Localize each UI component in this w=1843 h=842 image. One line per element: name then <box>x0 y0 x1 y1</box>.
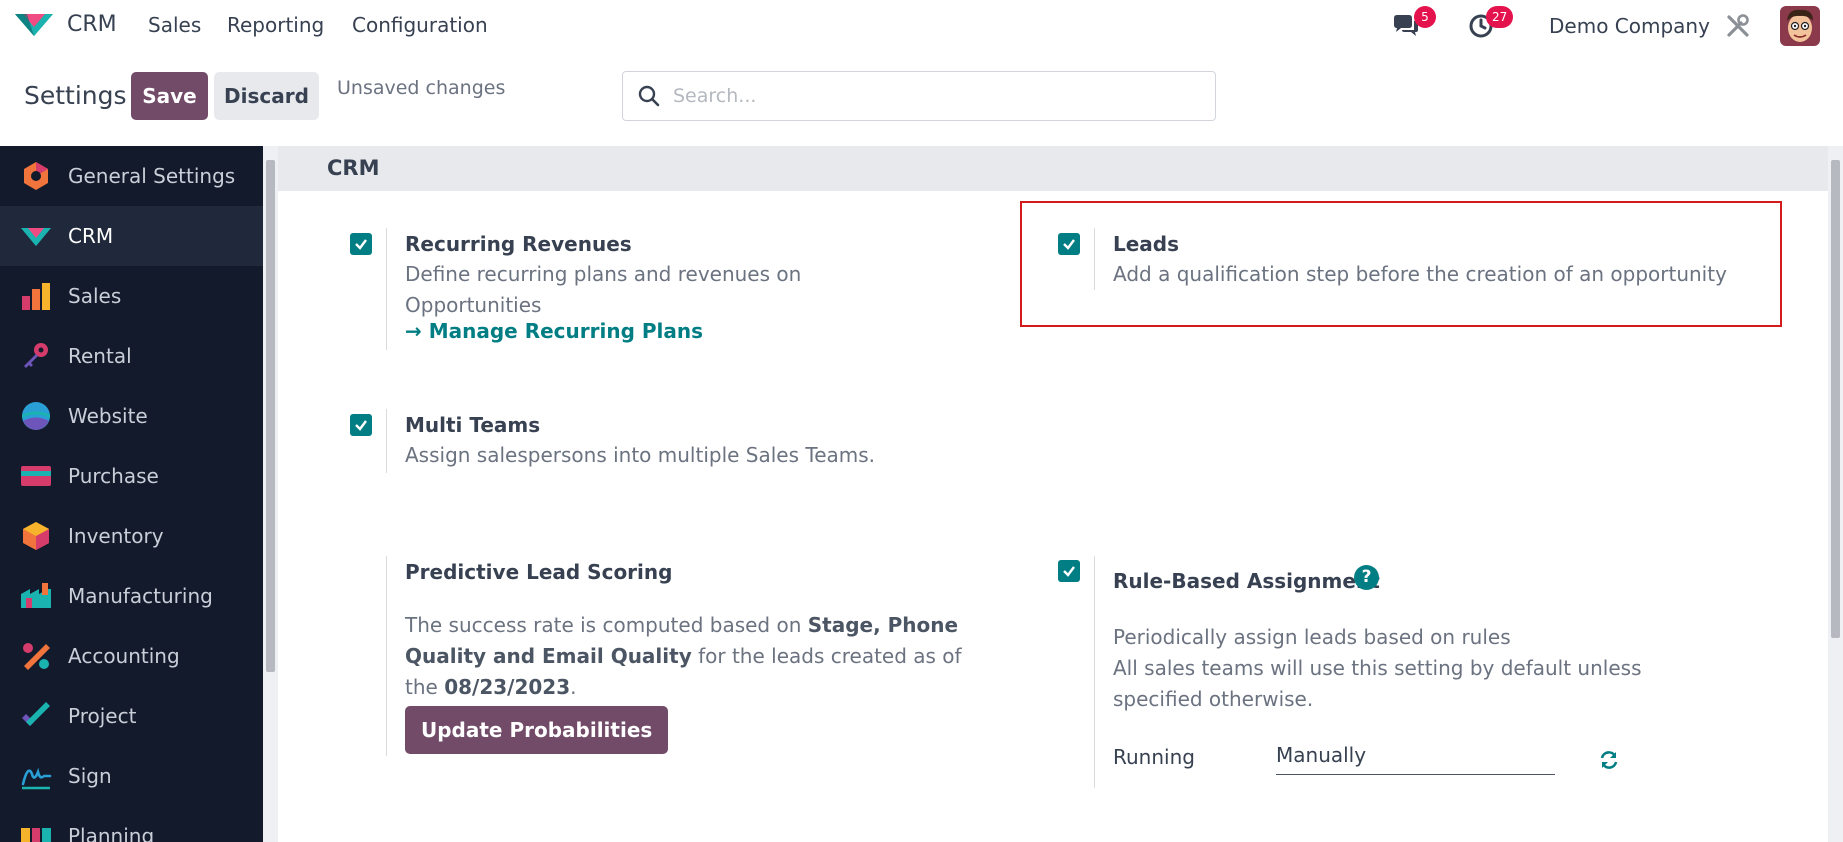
rule-based-assignment-checkbox[interactable] <box>1058 560 1080 582</box>
section-title: CRM <box>327 156 380 180</box>
settings-content: CRM Recurring Revenues Define recurring … <box>263 146 1843 842</box>
rule-based-description-1: Periodically assign leads based on rules <box>1113 625 1511 649</box>
section-header: CRM <box>278 146 1828 191</box>
manage-recurring-plans-label: Manage Recurring Plans <box>428 319 704 343</box>
sidebar-item-accounting[interactable]: Accounting <box>0 626 263 686</box>
running-label: Running <box>1113 745 1195 769</box>
sidebar-item-manufacturing[interactable]: Manufacturing <box>0 566 263 626</box>
planning-icon <box>21 828 51 842</box>
inventory-icon <box>23 522 49 550</box>
checkmark-icon <box>355 239 367 250</box>
crm-logo-icon[interactable] <box>13 10 55 40</box>
sidebar-item-purchase[interactable]: Purchase <box>0 446 263 506</box>
leads-checkbox[interactable] <box>1058 233 1080 255</box>
settings-panel: CRM Recurring Revenues Define recurring … <box>278 146 1828 842</box>
setting-divider <box>386 556 387 756</box>
sidebar-item-label: Rental <box>68 344 132 368</box>
setting-divider <box>386 409 387 473</box>
manage-recurring-plans-link[interactable]: → Manage Recurring Plans <box>405 319 703 343</box>
leads-description: Add a qualification step before the crea… <box>1113 262 1727 286</box>
rule-based-description-2: All sales teams will use this setting by… <box>1113 656 1642 711</box>
debug-tools-icon[interactable] <box>1725 13 1751 39</box>
sales-icon <box>22 283 50 310</box>
setting-divider <box>386 228 387 350</box>
accounting-icon <box>23 643 50 670</box>
sidebar-item-planning[interactable]: Planning <box>0 806 263 842</box>
sidebar-item-label: Planning <box>68 824 155 842</box>
rental-icon <box>24 343 48 368</box>
running-select[interactable]: Manually <box>1276 743 1555 775</box>
user-avatar-image <box>1780 6 1820 46</box>
help-icon[interactable]: ? <box>1354 565 1379 590</box>
multi-teams-title: Multi Teams <box>405 413 541 437</box>
checkmark-icon <box>355 420 367 431</box>
sidebar-item-general-settings[interactable]: General Settings <box>0 146 263 206</box>
sidebar-item-website[interactable]: Website <box>0 386 263 446</box>
unsaved-changes-status: Unsaved changes <box>337 77 506 99</box>
sidebar-item-label: Accounting <box>68 644 180 668</box>
purchase-icon <box>21 466 51 486</box>
sidebar-item-project[interactable]: Project <box>0 686 263 746</box>
content-scrollbar[interactable] <box>1828 146 1843 842</box>
messages-badge: 5 <box>1414 6 1436 28</box>
menu-configuration[interactable]: Configuration <box>352 13 488 37</box>
menu-sales[interactable]: Sales <box>148 13 201 37</box>
user-avatar[interactable] <box>1780 6 1820 46</box>
sidebar-item-sign[interactable]: Sign <box>0 746 263 806</box>
save-button[interactable]: Save <box>131 72 208 120</box>
discard-button[interactable]: Discard <box>214 72 319 120</box>
search-icon <box>638 85 660 107</box>
website-icon <box>22 402 50 430</box>
rule-based-assignment-title: Rule-Based Assignment <box>1113 569 1380 593</box>
sidebar-item-label: Sales <box>68 284 122 308</box>
sidebar-item-rental[interactable]: Rental <box>0 326 263 386</box>
sidebar-item-label: Inventory <box>68 524 164 548</box>
company-switcher[interactable]: Demo Company <box>1549 14 1710 38</box>
search-box[interactable] <box>622 71 1216 121</box>
setting-divider <box>1094 228 1095 290</box>
sidebar-scrollbar[interactable] <box>263 146 278 842</box>
scrollbar-thumb[interactable] <box>1831 160 1840 638</box>
predictive-lead-scoring-title: Predictive Lead Scoring <box>405 560 673 584</box>
predictive-lead-scoring-description: The success rate is computed based on St… <box>405 613 962 699</box>
checkmark-icon <box>1063 239 1075 250</box>
top-navbar: CRM Sales Reporting Configuration 5 27 D… <box>0 0 1843 52</box>
sidebar-item-crm[interactable]: CRM <box>0 206 263 266</box>
sidebar-item-sales[interactable]: Sales <box>0 266 263 326</box>
checkmark-icon <box>1063 566 1075 577</box>
sidebar-item-label: Purchase <box>68 464 159 488</box>
multi-teams-description: Assign salespersons into multiple Sales … <box>405 443 876 467</box>
general-settings-icon <box>24 162 48 190</box>
sign-icon <box>21 767 52 790</box>
sidebar-item-label: CRM <box>68 224 114 248</box>
activities-badge: 27 <box>1486 6 1514 28</box>
recurring-revenues-description: Define recurring plans and revenues on O… <box>405 262 802 317</box>
sidebar-item-label: Manufacturing <box>68 584 213 608</box>
project-icon <box>22 702 50 726</box>
recurring-revenues-checkbox[interactable] <box>350 233 372 255</box>
app-name[interactable]: CRM <box>67 12 117 37</box>
search-input[interactable] <box>673 80 1193 112</box>
sidebar-item-label: Project <box>68 704 137 728</box>
multi-teams-checkbox[interactable] <box>350 414 372 436</box>
manufacturing-icon <box>21 583 51 608</box>
leads-title: Leads <box>1113 232 1180 256</box>
menu-reporting[interactable]: Reporting <box>227 13 324 37</box>
sidebar-item-label: Sign <box>68 764 112 788</box>
arrow-right-icon: → <box>405 319 429 343</box>
recurring-revenues-title: Recurring Revenues <box>405 232 632 256</box>
update-probabilities-button[interactable]: Update Probabilities <box>405 706 669 754</box>
setting-divider <box>1094 556 1095 788</box>
page-title: Settings <box>24 81 127 110</box>
sidebar-item-label: Website <box>68 404 148 428</box>
scrollbar-thumb[interactable] <box>266 160 275 672</box>
sidebar-item-label: General Settings <box>68 164 236 188</box>
refresh-icon[interactable] <box>1598 749 1620 771</box>
settings-sidebar: General Settings CRM Sales Rental Websit… <box>0 146 263 842</box>
crm-icon <box>21 228 51 246</box>
sidebar-item-inventory[interactable]: Inventory <box>0 506 263 566</box>
